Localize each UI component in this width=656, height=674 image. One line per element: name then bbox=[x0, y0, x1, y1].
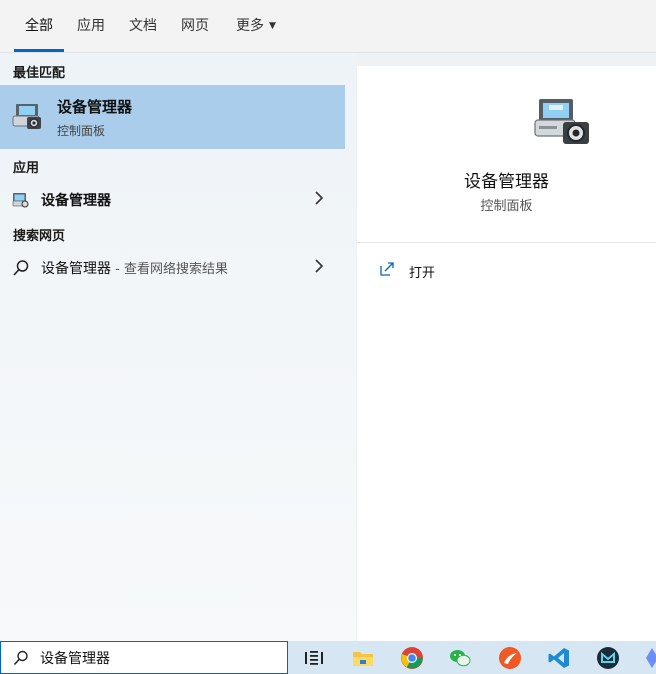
task-view-icon[interactable] bbox=[302, 646, 326, 670]
vscode-icon[interactable] bbox=[547, 646, 571, 670]
tab-documents[interactable]: 文档 bbox=[127, 0, 159, 52]
tab-apps[interactable]: 应用 bbox=[75, 0, 107, 52]
tab-all[interactable]: 全部 bbox=[14, 0, 64, 52]
web-result-suffix: - 查看网络搜索结果 bbox=[111, 262, 228, 277]
flag-app-icon[interactable] bbox=[498, 646, 522, 670]
chevron-right-icon[interactable] bbox=[313, 257, 325, 275]
search-input[interactable] bbox=[40, 647, 280, 669]
search-icon bbox=[13, 260, 29, 276]
section-apps: 应用 bbox=[13, 161, 40, 176]
detail-subtitle: 控制面板 bbox=[480, 199, 533, 214]
device-manager-icon bbox=[12, 193, 29, 208]
web-result-name: 设备管理器 bbox=[41, 261, 111, 277]
detail-pane: 设备管理器 控制面板 打开 bbox=[357, 66, 656, 641]
detail-title: 设备管理器 bbox=[464, 172, 549, 192]
file-explorer-icon[interactable] bbox=[351, 646, 375, 670]
open-label: 打开 bbox=[409, 266, 436, 281]
section-web: 搜索网页 bbox=[13, 229, 66, 244]
open-icon bbox=[380, 262, 394, 276]
tab-web[interactable]: 网页 bbox=[179, 0, 211, 52]
chevron-down-icon: ▼ bbox=[269, 21, 276, 31]
app-result-name: 设备管理器 bbox=[41, 193, 111, 209]
search-icon bbox=[13, 650, 28, 666]
web-result-text: 设备管理器 - 查看网络搜索结果 bbox=[41, 258, 228, 278]
app-partial-icon[interactable] bbox=[644, 646, 656, 670]
divider bbox=[357, 242, 656, 243]
chrome-icon[interactable] bbox=[400, 646, 424, 670]
search-box[interactable] bbox=[0, 641, 288, 674]
search-scope-tabs: 全部 应用 文档 网页 更多 ▼ bbox=[0, 0, 656, 53]
device-manager-icon bbox=[534, 99, 589, 144]
best-match-item[interactable]: 设备管理器 控制面板 bbox=[0, 85, 345, 149]
best-match-name: 设备管理器 bbox=[57, 98, 133, 116]
tab-more[interactable]: 更多 ▼ bbox=[233, 0, 279, 52]
app-m-icon[interactable] bbox=[596, 646, 620, 670]
app-result-item[interactable]: 设备管理器 bbox=[0, 182, 345, 216]
device-manager-icon bbox=[12, 104, 41, 129]
chevron-right-icon[interactable] bbox=[313, 189, 325, 207]
section-best-match: 最佳匹配 bbox=[13, 66, 66, 81]
web-result-item[interactable]: 设备管理器 - 查看网络搜索结果 bbox=[0, 250, 345, 284]
best-match-subtitle: 控制面板 bbox=[57, 124, 106, 138]
taskbar bbox=[288, 641, 656, 674]
results-pane: 最佳匹配 设备管理器 控制面板 应用 设备管理器 搜索网页 设备管理器 - 查看… bbox=[0, 53, 356, 641]
wechat-icon[interactable] bbox=[448, 646, 472, 670]
